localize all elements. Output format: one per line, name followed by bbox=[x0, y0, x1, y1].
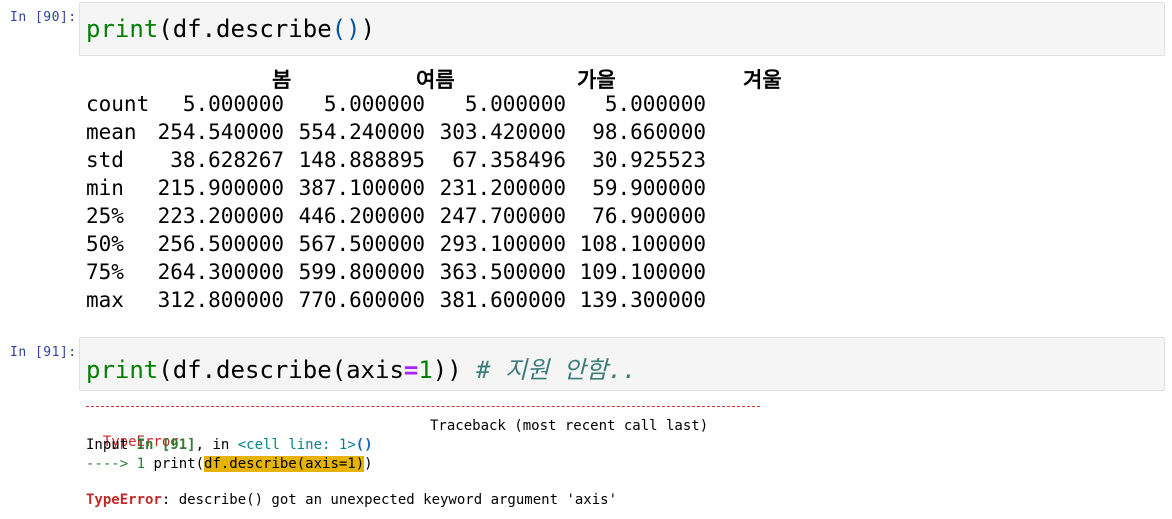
row-label: 75% bbox=[86, 260, 124, 284]
in-mid: , in bbox=[195, 437, 238, 453]
table-cell: 254.540000 bbox=[157, 120, 284, 144]
table-cell: 5.000000 bbox=[604, 92, 706, 116]
print-keyword: print bbox=[86, 15, 159, 43]
row-label: max bbox=[86, 288, 124, 312]
table-cell: 38.628267 bbox=[170, 148, 284, 172]
table-cell: 109.100000 bbox=[579, 260, 706, 284]
table-row: min 215.900000 387.100000 231.200000 59.9000… bbox=[86, 176, 846, 204]
table-cell: 312.800000 bbox=[157, 288, 284, 312]
table-cell: 363.500000 bbox=[439, 260, 566, 284]
highlighted-expression: df.describe(axis=1) bbox=[204, 456, 365, 472]
arrow-close: ) bbox=[364, 456, 373, 472]
paren-inner: () bbox=[331, 15, 361, 43]
table-cell: 148.888895 bbox=[298, 148, 425, 172]
cell-line-link[interactable]: <cell line: 1> bbox=[238, 437, 356, 453]
error-message: : describe() got an unexpected keyword a… bbox=[161, 492, 618, 508]
row-label: 50% bbox=[86, 232, 124, 256]
row-label: min bbox=[86, 176, 124, 200]
table-cell: 231.200000 bbox=[439, 176, 566, 200]
error-type: TypeError bbox=[86, 492, 162, 508]
table-cell: 599.800000 bbox=[298, 260, 425, 284]
table-cell: 446.200000 bbox=[298, 204, 425, 228]
table-cell: 5.000000 bbox=[464, 92, 566, 116]
table-cell: 98.660000 bbox=[592, 120, 706, 144]
table-cell: 215.900000 bbox=[157, 176, 284, 200]
paren-close: )) bbox=[432, 356, 462, 384]
table-row: max 312.800000 770.600000 381.600000 139.300… bbox=[86, 288, 846, 316]
table-cell: 5.000000 bbox=[323, 92, 425, 116]
table-cell: 770.600000 bbox=[298, 288, 425, 312]
code-body: df.describe(axis bbox=[172, 356, 404, 384]
table-cell: 567.500000 bbox=[298, 232, 425, 256]
table-cell: 387.100000 bbox=[298, 176, 425, 200]
in-label: In [91] bbox=[136, 437, 196, 453]
arrow-func: print( bbox=[153, 456, 205, 472]
traceback-arrow-line: ----> 1 print(df.describe(axis=1)) bbox=[86, 456, 373, 472]
table-cell: 303.420000 bbox=[439, 120, 566, 144]
print-keyword: print bbox=[86, 356, 159, 384]
table-cell: 139.300000 bbox=[579, 288, 706, 312]
input-prefix: Input bbox=[86, 437, 137, 453]
arrow-marker: ----> 1 bbox=[86, 456, 154, 472]
cell-prompt-91: In [91]: bbox=[10, 345, 77, 360]
code-body: df.describe bbox=[172, 15, 332, 43]
traceback-input-line: Input In [91], in <cell line: 1>() bbox=[86, 437, 373, 453]
table-row: 75% 264.300000 599.800000 363.500000 109.100… bbox=[86, 260, 846, 288]
table-row: 50% 256.500000 567.500000 293.100000 108.100… bbox=[86, 232, 846, 260]
column-header: 여름 bbox=[416, 68, 455, 92]
column-header: 봄 bbox=[272, 68, 292, 92]
row-label: count bbox=[86, 92, 150, 116]
table-cell: 264.300000 bbox=[157, 260, 284, 284]
table-cell: 59.900000 bbox=[592, 176, 706, 200]
call-parens: () bbox=[355, 437, 373, 453]
table-row: 25% 223.200000 446.200000 247.700000 76.9000… bbox=[86, 204, 846, 232]
code-cell-90[interactable]: print(df.describe()) bbox=[79, 2, 1165, 56]
table-row: std 38.628267 148.888895 67.358496 30.925523 bbox=[86, 148, 846, 176]
table-row: count 5.000000 5.000000 5.000000 5.000000 bbox=[86, 92, 846, 120]
table-cell: 30.925523 bbox=[592, 148, 706, 172]
number-literal: 1 bbox=[418, 356, 433, 384]
column-header: 겨울 bbox=[743, 68, 782, 92]
error-message-line: TypeError: describe() got an unexpected … bbox=[86, 492, 617, 508]
table-cell: 247.700000 bbox=[439, 204, 566, 228]
cell-prompt-90: In [90]: bbox=[10, 10, 77, 25]
paren-open: ( bbox=[158, 356, 173, 384]
table-cell: 256.500000 bbox=[157, 232, 284, 256]
row-label: std bbox=[86, 148, 124, 172]
describe-output: 봄 여름 가을 겨울 count 5.000000 5.000000 5.000000… bbox=[86, 64, 846, 314]
table-cell: 554.240000 bbox=[298, 120, 425, 144]
traceback-label: Traceback (most recent call last) bbox=[430, 418, 709, 434]
code-cell-91[interactable]: print(df.describe(axis=1)) # 지원 안함.. bbox=[79, 337, 1165, 391]
table-cell: 76.900000 bbox=[592, 204, 706, 228]
equals-operator: = bbox=[403, 356, 419, 384]
code-comment: # 지원 안함.. bbox=[476, 356, 637, 384]
table-cell: 293.100000 bbox=[439, 232, 566, 256]
traceback-separator bbox=[86, 406, 760, 407]
table-cell: 5.000000 bbox=[182, 92, 284, 116]
code-line[interactable]: print(df.describe(axis=1)) # 지원 안함.. bbox=[86, 350, 637, 385]
code-line[interactable]: print(df.describe()) bbox=[86, 15, 375, 43]
table-row: mean 254.540000 554.240000 303.420000 98.660… bbox=[86, 120, 846, 148]
table-cell: 108.100000 bbox=[579, 232, 706, 256]
row-label: 25% bbox=[86, 204, 124, 228]
column-header: 가을 bbox=[577, 68, 616, 92]
table-cell: 381.600000 bbox=[439, 288, 566, 312]
table-cell: 67.358496 bbox=[452, 148, 566, 172]
paren-open: ( bbox=[158, 15, 173, 43]
paren-close: ) bbox=[360, 15, 376, 43]
table-cell: 223.200000 bbox=[157, 204, 284, 228]
row-label: mean bbox=[86, 120, 137, 144]
